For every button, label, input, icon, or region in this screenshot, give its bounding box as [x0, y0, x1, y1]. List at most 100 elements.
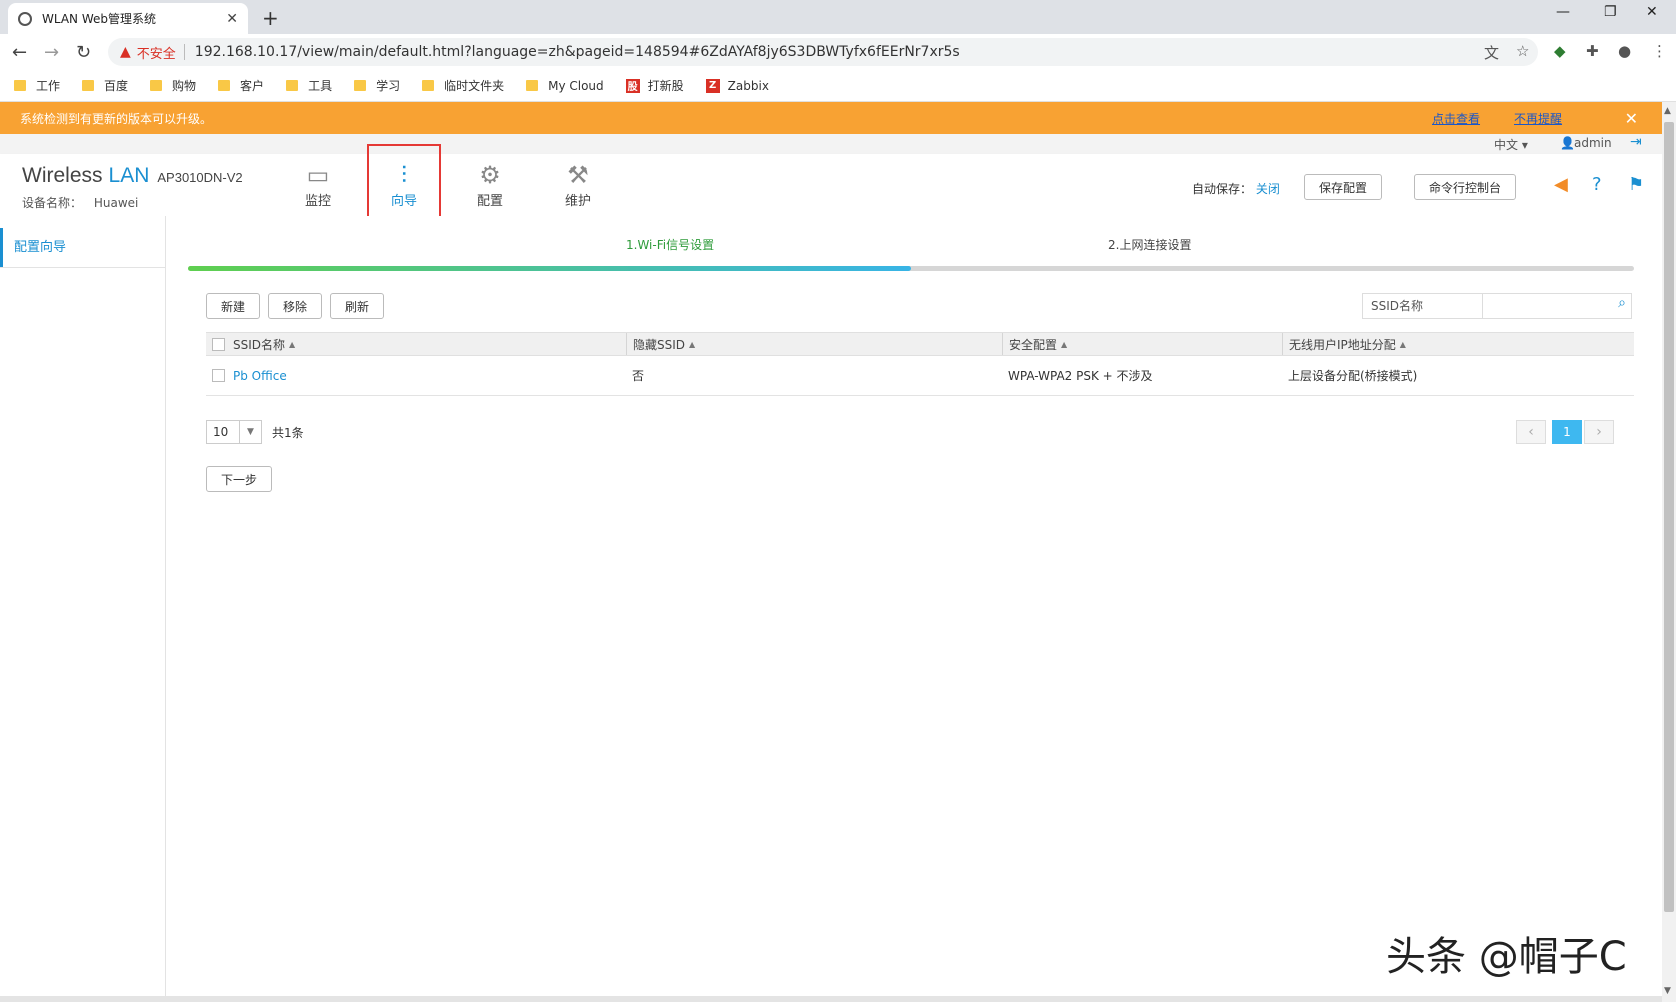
nav-config[interactable]: ⚙ 配置	[456, 160, 524, 209]
current-page[interactable]: 1	[1552, 420, 1582, 444]
ssid-table: SSID名称 ▲ 隐藏SSID ▲ 安全配置 ▲ 无线用户IP地址分配 ▲ Pb Off…	[206, 332, 1634, 396]
wizard-progress-fill	[188, 266, 911, 271]
search-icon[interactable]: ⌕	[1618, 295, 1626, 311]
cell-ssid: Pb Office	[206, 356, 626, 395]
address-bar-row: ← → ↻ ▲ 不安全 192.168.10.17/view/main/defa…	[0, 34, 1676, 70]
nav-monitor[interactable]: ▭ 监控	[284, 160, 352, 209]
minimize-icon[interactable]: —	[1556, 4, 1570, 20]
search-field-label[interactable]: SSID名称	[1362, 293, 1482, 319]
warning-icon: ▲	[120, 44, 131, 60]
autosave-toggle[interactable]: 关闭	[1256, 182, 1280, 196]
folder-icon	[526, 80, 539, 91]
help-icon[interactable]: ?	[1592, 174, 1602, 195]
save-config-button[interactable]: 保存配置	[1304, 174, 1383, 200]
sort-icon: ▲	[1399, 339, 1406, 349]
maintenance-icon: ⚒	[567, 161, 589, 189]
scroll-up-icon[interactable]: ▲	[1664, 106, 1671, 116]
omnibox[interactable]: ▲ 不安全 192.168.10.17/view/main/default.ht…	[108, 38, 1538, 66]
omnibox-separator	[183, 44, 185, 60]
banner-close-icon[interactable]: ✕	[1625, 109, 1638, 128]
logout-icon[interactable]: ⇥	[1630, 134, 1642, 150]
stock-icon: 股	[625, 78, 640, 93]
step-internet[interactable]: 2.上网连接设置	[1108, 236, 1191, 253]
remove-button[interactable]: 移除	[268, 293, 323, 319]
column-ssid[interactable]: SSID名称 ▲	[206, 333, 626, 355]
chevron-down-icon[interactable]: ▼	[239, 421, 261, 443]
search-input[interactable]	[1482, 293, 1632, 319]
bookmark-star-icon[interactable]: ☆	[1516, 42, 1529, 60]
bookmark-item[interactable]: My Cloud	[526, 79, 604, 93]
column-security[interactable]: 安全配置 ▲	[1002, 333, 1282, 355]
translate-icon[interactable]: 文	[1484, 42, 1499, 63]
sidebar: 配置向导	[0, 216, 166, 996]
prev-page-button[interactable]: ‹	[1516, 420, 1546, 444]
language-select[interactable]: 中文 ▾	[1494, 136, 1528, 153]
update-banner: 系统检测到有更新的版本可以升级。 点击查看 不再提醒 ✕	[0, 102, 1662, 134]
menu-icon[interactable]: ⋮	[1652, 42, 1667, 60]
scroll-down-icon[interactable]: ▼	[1664, 986, 1671, 996]
refresh-button[interactable]: 刷新	[330, 293, 385, 319]
folder-icon	[286, 80, 299, 91]
nav-maintenance[interactable]: ⚒ 维护	[544, 160, 612, 209]
step-wifi[interactable]: 1.Wi-Fi信号设置	[626, 236, 714, 253]
sort-icon: ▲	[289, 339, 296, 349]
sort-icon: ▲	[689, 339, 696, 349]
row-checkbox[interactable]	[212, 369, 225, 382]
extension-icon[interactable]: ◆	[1554, 42, 1566, 60]
folder-icon	[82, 80, 95, 91]
puzzle-icon[interactable]: ✚	[1586, 42, 1599, 60]
next-page-button[interactable]: ›	[1584, 420, 1614, 444]
ssid-link[interactable]: Pb Office	[233, 369, 287, 383]
horizontal-scrollbar[interactable]	[0, 996, 1662, 1002]
globe-icon	[18, 11, 32, 26]
restore-icon[interactable]: ❐	[1604, 4, 1617, 20]
bookmark-item[interactable]: Z Zabbix	[705, 78, 769, 93]
new-button[interactable]: 新建	[206, 293, 261, 319]
bookmark-item[interactable]: 股打新股	[625, 77, 684, 94]
folder-icon	[422, 80, 435, 91]
vertical-scrollbar[interactable]: ▲ ▼	[1662, 102, 1676, 1002]
next-step-button[interactable]: 下一步	[206, 466, 273, 492]
bookmark-item[interactable]: 客户	[218, 77, 264, 94]
cell-ip-assign: 上层设备分配(桥接模式)	[1288, 369, 1418, 383]
dismiss-update-link[interactable]: 不再提醒	[1514, 110, 1562, 127]
select-all-checkbox[interactable]	[212, 337, 225, 351]
column-hidden-ssid[interactable]: 隐藏SSID ▲	[626, 333, 1002, 355]
url-text[interactable]: 192.168.10.17/view/main/default.html?lan…	[195, 44, 960, 60]
brand-title: Wireless LAN AP3010DN-V2	[22, 164, 243, 187]
insecure-label[interactable]: 不安全	[137, 43, 176, 62]
column-ip-assign[interactable]: 无线用户IP地址分配 ▲	[1282, 333, 1634, 355]
window-close-icon[interactable]: ✕	[1646, 4, 1658, 20]
tab-title: WLAN Web管理系统	[42, 12, 156, 26]
tab-close-icon[interactable]: ✕	[226, 11, 238, 27]
browser-tab[interactable]: WLAN Web管理系统 ✕	[8, 3, 248, 34]
sidebar-item-config-wizard[interactable]: 配置向导	[0, 228, 166, 268]
page-size-select[interactable]: 10 ▼	[206, 420, 262, 444]
new-tab-button[interactable]: +	[262, 6, 279, 30]
folder-icon	[14, 80, 26, 91]
bookmark-item[interactable]: 购物	[150, 77, 196, 94]
forward-icon[interactable]: →	[44, 42, 59, 63]
view-update-link[interactable]: 点击查看	[1432, 110, 1480, 127]
profile-icon[interactable]: ●	[1618, 42, 1631, 60]
cell-security: WPA-WPA2 PSK + 不涉及	[1008, 369, 1153, 383]
table-row[interactable]: Pb Office 否 WPA-WPA2 PSK + 不涉及 上层设备分配(桥接…	[206, 356, 1634, 396]
wizard-nav-highlight	[367, 144, 441, 218]
bookmark-item[interactable]: 百度	[82, 77, 128, 94]
folder-icon	[218, 80, 231, 91]
bookmark-item[interactable]: 工作	[14, 77, 60, 94]
bookmark-item[interactable]: 学习	[354, 77, 400, 94]
banner-message: 系统检测到有更新的版本可以升级。	[20, 111, 213, 126]
zabbix-icon: Z	[705, 78, 720, 93]
folder-icon	[354, 80, 367, 91]
cli-console-button[interactable]: 命令行控制台	[1414, 174, 1517, 200]
browser-tab-bar: WLAN Web管理系统 ✕ + — ❐ ✕	[0, 0, 1676, 34]
bookmark-item[interactable]: 工具	[286, 77, 332, 94]
back-circle-icon[interactable]: ◀	[1554, 174, 1568, 195]
reload-icon[interactable]: ↻	[76, 42, 91, 63]
scroll-thumb[interactable]	[1664, 122, 1674, 912]
back-icon[interactable]: ←	[12, 42, 27, 63]
flag-icon[interactable]: ⚑	[1628, 174, 1644, 195]
bookmark-item[interactable]: 临时文件夹	[422, 77, 504, 94]
username[interactable]: admin	[1574, 136, 1612, 150]
